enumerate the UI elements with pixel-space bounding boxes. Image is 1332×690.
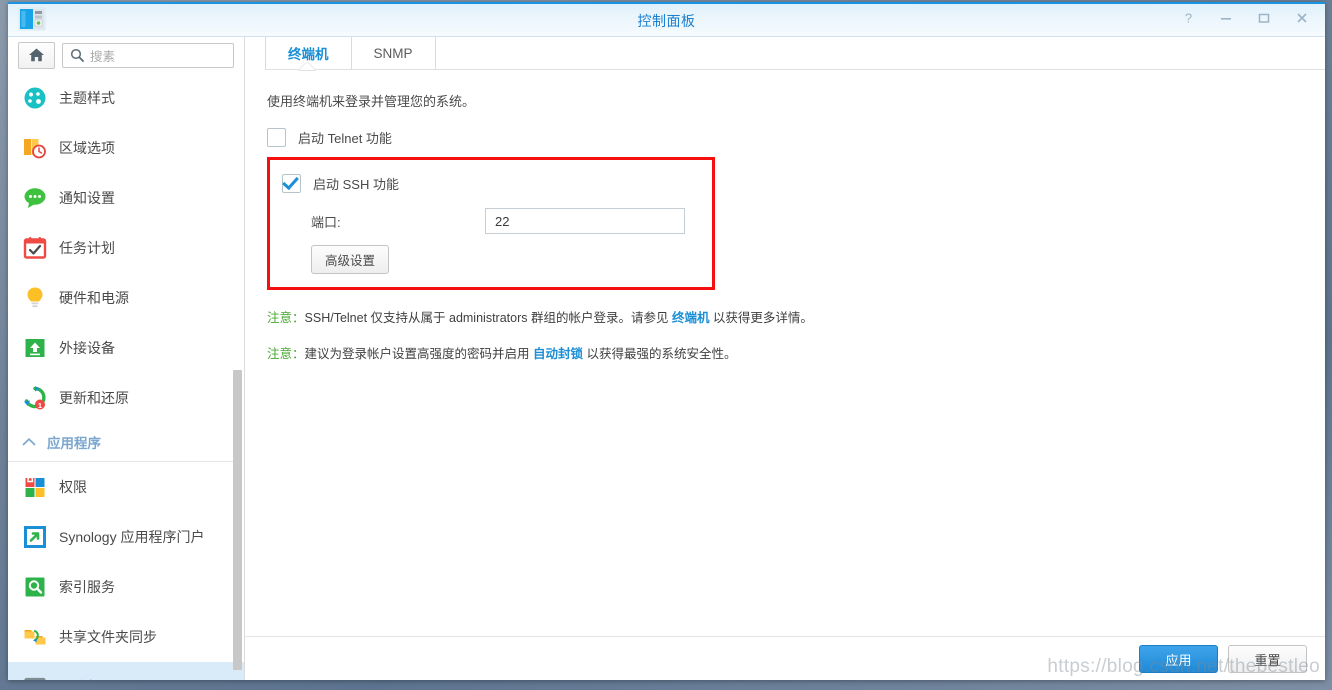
sidebar-item-indexing-service[interactable]: 索引服务 bbox=[8, 562, 244, 612]
calendar-clock-icon bbox=[22, 135, 48, 161]
ssh-checkbox-row[interactable]: 启动 SSH 功能 bbox=[282, 172, 712, 194]
help-icon[interactable]: ? bbox=[1177, 7, 1199, 29]
palette-icon bbox=[22, 85, 48, 111]
close-icon[interactable] bbox=[1291, 7, 1313, 29]
sidebar-item-label: Synology 应用程序门户 bbox=[59, 529, 205, 545]
window-controls: ? bbox=[1177, 7, 1313, 29]
page-title: 控制面板 bbox=[637, 13, 696, 29]
ssh-settings-highlight-box: 启动 SSH 功能 端口: 22 高级设置 bbox=[267, 157, 715, 290]
search-placeholder: 搜素 bbox=[90, 49, 116, 64]
sidebar-item-update-restore[interactable]: 1 更新和还原 bbox=[8, 373, 244, 423]
chevron-up-icon bbox=[22, 435, 36, 449]
sidebar-item-notification[interactable]: 通知设置 bbox=[8, 173, 244, 223]
sidebar-item-label: 硬件和电源 bbox=[59, 290, 129, 306]
footer-buttons: 应用 重置 bbox=[1139, 645, 1307, 673]
ssh-port-row: 端口: 22 bbox=[282, 208, 712, 234]
tab-snmp[interactable]: SNMP bbox=[352, 37, 436, 69]
sidebar-item-application-portal[interactable]: Synology 应用程序门户 bbox=[8, 512, 244, 562]
sidebar-item-terminal-snmp[interactable]: 终端机和 SNMP bbox=[8, 662, 244, 680]
sidebar-item-task-scheduler[interactable]: 任务计划 bbox=[8, 223, 244, 273]
advanced-settings-button[interactable]: 高级设置 bbox=[311, 245, 389, 274]
note-password-security: 注意：建议为登录帐户设置高强度的密码并启用 自动封锁 以获得最强的系统安全性。 bbox=[267, 343, 1325, 362]
sidebar-item-hardware-power[interactable]: 硬件和电源 bbox=[8, 273, 244, 323]
svg-text:1: 1 bbox=[38, 401, 42, 410]
telnet-checkbox-row[interactable]: 启动 Telnet 功能 bbox=[267, 126, 1325, 148]
sidebar-item-label: 索引服务 bbox=[59, 579, 115, 595]
home-icon bbox=[29, 48, 44, 62]
control-panel-window: 控制面板 ? 搜素 主题样式 区域选项 通知设置 任务计划 硬件和电源 外接设备… bbox=[8, 2, 1325, 680]
sidebar-item-label: 外接设备 bbox=[59, 340, 115, 356]
ssh-port-input[interactable]: 22 bbox=[485, 208, 685, 234]
sidebar-toolbar: 搜素 bbox=[8, 37, 244, 73]
minimize-icon[interactable] bbox=[1215, 7, 1237, 29]
refresh-badge-icon: 1 bbox=[22, 385, 48, 411]
sidebar-item-theme[interactable]: 主题样式 bbox=[8, 73, 244, 123]
svg-text:?: ? bbox=[1184, 11, 1191, 25]
checklist-calendar-icon bbox=[22, 235, 48, 261]
chat-bubble-icon bbox=[22, 185, 48, 211]
note-tag: 注意： bbox=[267, 311, 305, 325]
sidebar-group-label: 应用程序 bbox=[47, 436, 101, 451]
folder-sync-icon bbox=[22, 624, 48, 650]
window-body: 搜素 主题样式 区域选项 通知设置 任务计划 硬件和电源 外接设备 1 更新和还… bbox=[8, 37, 1325, 680]
note-text-after: 以获得更多详情。 bbox=[709, 311, 813, 325]
reset-button[interactable]: 重置 bbox=[1228, 645, 1307, 673]
sidebar-item-label: 通知设置 bbox=[59, 190, 115, 206]
sidebar-item-regional[interactable]: 区域选项 bbox=[8, 123, 244, 173]
search-input[interactable]: 搜素 bbox=[62, 42, 234, 68]
note-text-before: 建议为登录帐户设置高强度的密码并启用 bbox=[304, 347, 533, 361]
note-text-after: 以获得最强的系统安全性。 bbox=[583, 347, 737, 361]
sidebar-item-label: 终端机和 SNMP bbox=[59, 677, 159, 680]
sidebar-item-privileges[interactable]: 权限 bbox=[8, 462, 244, 512]
titlebar-accent bbox=[8, 2, 1325, 4]
index-search-icon bbox=[22, 574, 48, 600]
main-panel: 终端机 SNMP 使用终端机来登录并管理您的系统。 启动 Telnet 功能 启… bbox=[245, 37, 1325, 680]
sidebar-item-label: 权限 bbox=[59, 479, 87, 495]
apply-button[interactable]: 应用 bbox=[1139, 645, 1218, 673]
sidebar-item-label: 共享文件夹同步 bbox=[59, 629, 157, 645]
search-icon bbox=[70, 48, 84, 62]
app-portal-icon bbox=[22, 524, 48, 550]
section-description: 使用终端机来登录并管理您的系统。 bbox=[267, 94, 476, 109]
ssh-checkbox[interactable] bbox=[282, 173, 301, 193]
maximize-icon[interactable] bbox=[1253, 7, 1275, 29]
sidebar-list: 主题样式 区域选项 通知设置 任务计划 硬件和电源 外接设备 1 更新和还原 应… bbox=[8, 73, 244, 680]
window-titlebar: 控制面板 ? bbox=[8, 2, 1325, 37]
sidebar-scrollbar[interactable] bbox=[233, 370, 242, 670]
ssh-label: 启动 SSH 功能 bbox=[313, 176, 399, 192]
note-text-before: SSH/Telnet 仅支持从属于 administrators 群组的帐户登录… bbox=[304, 311, 672, 325]
sidebar-item-label: 更新和还原 bbox=[59, 390, 129, 406]
telnet-label: 启动 Telnet 功能 bbox=[298, 130, 392, 146]
telnet-checkbox[interactable] bbox=[267, 127, 286, 147]
terminal-icon bbox=[22, 674, 48, 680]
tab-label: 终端机 bbox=[288, 47, 329, 62]
settings-content: 使用终端机来登录并管理您的系统。 启动 Telnet 功能 启动 SSH 功能 … bbox=[245, 69, 1325, 362]
note-ssh-telnet: 注意：SSH/Telnet 仅支持从属于 administrators 群组的帐… bbox=[267, 307, 1325, 326]
footer-bar: 应用 重置 bbox=[245, 636, 1325, 680]
sidebar-group-applications[interactable]: 应用程序 bbox=[8, 423, 234, 462]
sidebar: 搜素 主题样式 区域选项 通知设置 任务计划 硬件和电源 外接设备 1 更新和还… bbox=[8, 37, 245, 680]
permissions-lock-icon bbox=[22, 474, 48, 500]
tab-label: SNMP bbox=[373, 45, 413, 61]
sidebar-item-external-devices[interactable]: 外接设备 bbox=[8, 323, 244, 373]
usb-upload-icon bbox=[22, 335, 48, 361]
screen: 控制面板 ? 搜素 主题样式 区域选项 通知设置 任务计划 硬件和电源 外接设备… bbox=[0, 0, 1332, 690]
sidebar-item-shared-folder-sync[interactable]: 共享文件夹同步 bbox=[8, 612, 244, 662]
note-tag: 注意： bbox=[267, 347, 305, 361]
ssh-port-label: 端口: bbox=[311, 214, 341, 230]
note-link-terminal[interactable]: 终端机 bbox=[672, 311, 710, 325]
lightbulb-icon bbox=[22, 285, 48, 311]
note-link-auto-block[interactable]: 自动封锁 bbox=[533, 347, 583, 361]
sidebar-item-label: 主题样式 bbox=[59, 90, 115, 106]
sidebar-item-label: 区域选项 bbox=[59, 140, 115, 156]
sidebar-item-label: 任务计划 bbox=[59, 240, 115, 256]
tab-bar: 终端机 SNMP bbox=[245, 37, 1325, 69]
home-button[interactable] bbox=[18, 41, 55, 69]
